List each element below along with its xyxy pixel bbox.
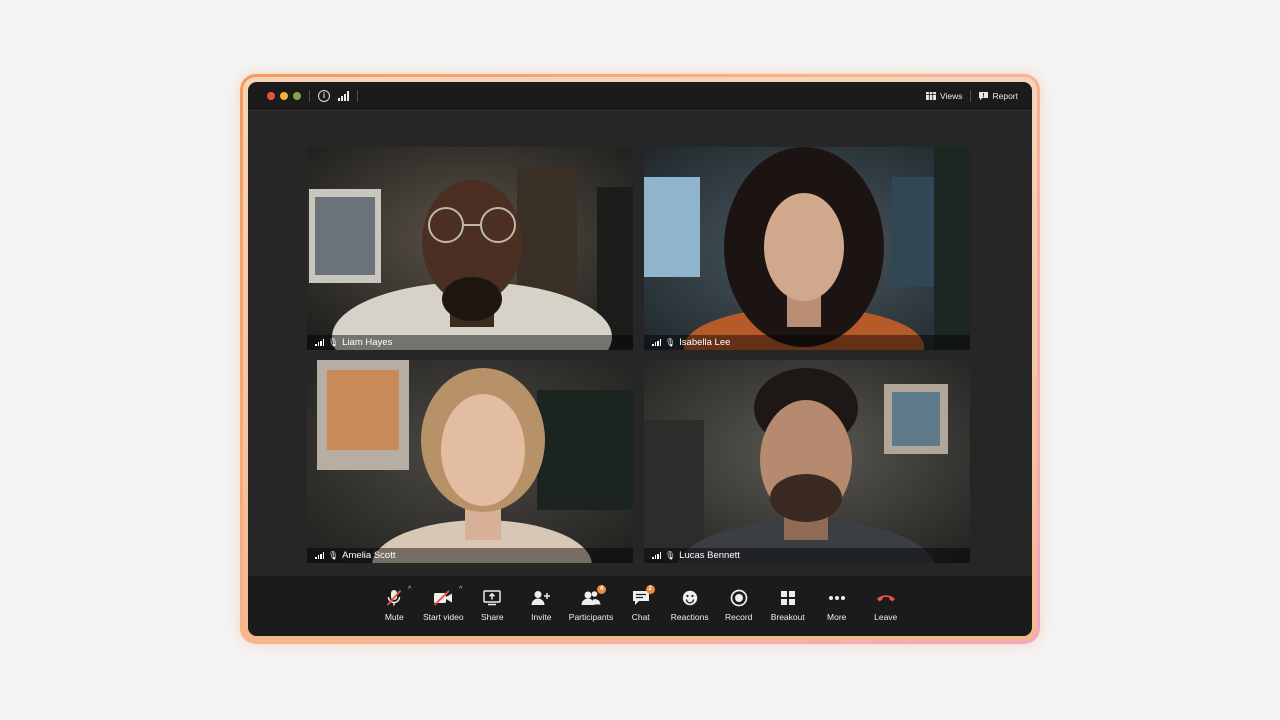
chat-label: Chat [631, 612, 650, 622]
chat-count-badge: 2 [645, 585, 655, 594]
microphone-icon: 🎙 [328, 551, 339, 560]
record-icon [730, 589, 748, 607]
participant-name-bar: 🎙 Isabella Lee [644, 335, 970, 350]
participants-label: Participants [568, 612, 614, 622]
start-video-label: Start video [422, 612, 464, 622]
record-label: Record [725, 612, 753, 622]
chevron-up-icon[interactable]: ^ [459, 586, 462, 593]
mute-button[interactable]: ^ Mute [370, 586, 419, 622]
signal-strength-icon [652, 339, 661, 346]
microphone-icon: 🎙 [328, 338, 339, 347]
maximize-window-button[interactable] [293, 92, 301, 100]
participant-name: Isabella Lee [679, 337, 731, 348]
window-controls [267, 92, 301, 100]
smiley-icon [682, 590, 697, 606]
close-window-button[interactable] [267, 92, 275, 100]
divider [357, 90, 358, 102]
more-dots-icon [828, 596, 845, 600]
video-tile-liam-hayes[interactable]: 🎙 Liam Hayes [307, 147, 633, 350]
mute-label: Mute [384, 612, 404, 622]
breakout-rooms-icon [780, 591, 795, 605]
video-tile-lucas-bennett[interactable]: 🎙 Lucas Bennett [644, 360, 970, 563]
video-tile-isabella-lee[interactable]: 🎙 Isabella Lee [644, 147, 970, 350]
participant-name: Amelia Scott [342, 550, 396, 561]
participant-video [644, 360, 970, 563]
record-button[interactable]: Record [714, 588, 763, 622]
report-button[interactable]: Report [979, 91, 1018, 101]
microphone-icon: 🎙 [665, 338, 676, 347]
reactions-label: Reactions [670, 612, 709, 622]
meeting-window: i Views Report 🎙 Liam Hayes 🎙 Isabella L… [248, 82, 1032, 636]
video-tile-amelia-scott[interactable]: 🎙 Amelia Scott [307, 360, 633, 563]
signal-strength-icon [315, 552, 324, 559]
microphone-icon: 🎙 [665, 551, 676, 560]
share-button[interactable]: Share [468, 588, 517, 622]
invite-label: Invite [531, 612, 552, 622]
breakout-label: Breakout [770, 612, 805, 622]
breakout-button[interactable]: Breakout [763, 588, 812, 622]
hang-up-phone-icon [876, 595, 895, 602]
leave-label: Leave [874, 612, 898, 622]
title-bar: i Views Report [248, 82, 1032, 111]
participant-name: Liam Hayes [342, 337, 393, 348]
microphone-muted-icon [387, 589, 402, 606]
signal-strength-icon [315, 339, 324, 346]
signal-strength-icon[interactable] [338, 91, 349, 101]
participant-name-bar: 🎙 Lucas Bennett [644, 548, 970, 563]
participant-name-bar: 🎙 Liam Hayes [307, 335, 633, 350]
chevron-up-icon[interactable]: ^ [408, 586, 411, 593]
participant-video [307, 360, 633, 563]
more-label: More [827, 612, 847, 622]
start-video-button[interactable]: ^ Start video [419, 586, 468, 622]
device-frame-inner: i Views Report 🎙 Liam Hayes 🎙 Isabella L… [243, 77, 1037, 641]
meeting-controls: ^ Mute ^ Start video Share Invite 4 Part… [248, 576, 1032, 636]
add-user-icon [531, 591, 551, 605]
divider [970, 90, 972, 102]
share-screen-icon [483, 590, 502, 606]
participant-name-bar: 🎙 Amelia Scott [307, 548, 633, 563]
invite-button[interactable]: Invite [517, 588, 566, 622]
device-frame: i Views Report 🎙 Liam Hayes 🎙 Isabella L… [240, 74, 1040, 644]
participant-video [644, 147, 970, 350]
leave-button[interactable]: Leave [861, 588, 910, 622]
signal-strength-icon [652, 552, 661, 559]
reactions-button[interactable]: Reactions [665, 588, 714, 622]
video-camera-off-icon [434, 590, 453, 606]
views-button[interactable]: Views [925, 91, 963, 101]
grid-view-icon [925, 92, 936, 100]
views-label: Views [939, 91, 963, 101]
participant-name: Lucas Bennett [679, 550, 740, 561]
participants-button[interactable]: 4 Participants [566, 585, 616, 622]
minimize-window-button[interactable] [280, 92, 288, 100]
title-bar-actions: Views Report [925, 90, 1018, 102]
share-label: Share [480, 612, 504, 622]
report-icon [979, 91, 989, 100]
participants-count-badge: 4 [596, 585, 606, 594]
divider [309, 90, 310, 102]
participant-video [307, 147, 633, 350]
info-icon[interactable]: i [318, 90, 330, 102]
report-label: Report [992, 91, 1018, 101]
more-button[interactable]: More [812, 588, 861, 622]
chat-button[interactable]: 2 Chat [616, 585, 665, 622]
